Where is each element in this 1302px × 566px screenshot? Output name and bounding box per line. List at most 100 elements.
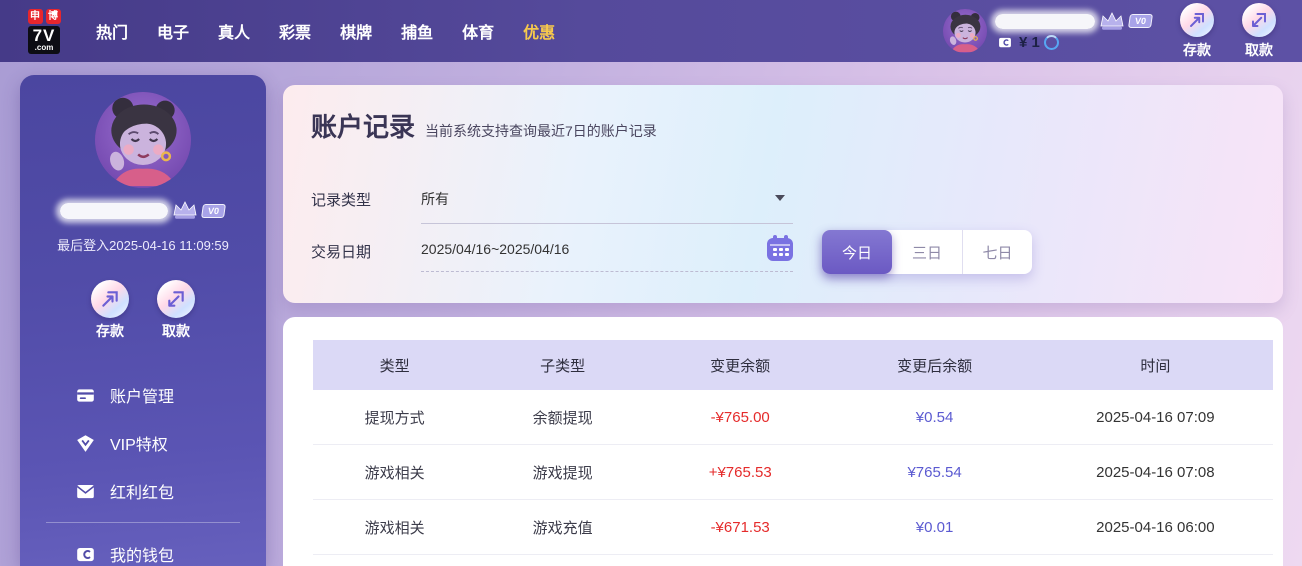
chevron-down-icon xyxy=(775,195,785,201)
cell-time: 2025-04-16 06:00 xyxy=(1038,519,1273,536)
deposit-icon xyxy=(91,280,129,318)
sidebar-username-blur xyxy=(60,203,168,219)
col-header-subtype: 子类型 xyxy=(476,355,649,376)
sidebar-item-label: 红利红包 xyxy=(110,479,174,503)
tab-today[interactable]: 今日 xyxy=(822,230,892,274)
top-nav: 申 博 7V .com 热门 电子 真人 彩票 棋牌 捕鱼 体育 优惠 V0 xyxy=(0,0,1302,62)
page-title: 账户记录 xyxy=(311,107,415,144)
sidebar-item-bonus[interactable]: 红利红包 xyxy=(20,467,266,515)
cell-type: 游戏相关 xyxy=(313,517,476,538)
cell-subtype: 游戏充值 xyxy=(476,517,649,538)
tab-three-days[interactable]: 三日 xyxy=(892,230,962,274)
record-type-select[interactable]: 所有 xyxy=(421,187,793,224)
cell-after: ¥765.54 xyxy=(831,464,1037,481)
nav-item-promos[interactable]: 优惠 xyxy=(523,19,555,43)
record-type-value: 所有 xyxy=(421,191,449,207)
sidebar-item-account[interactable]: 账户管理 xyxy=(20,371,266,419)
user-avatar[interactable] xyxy=(943,9,987,53)
card-icon xyxy=(75,385,96,406)
nav-item-hot[interactable]: 热门 xyxy=(96,19,128,43)
sidebar-item-label: 我的钱包 xyxy=(110,542,174,566)
nav-item-fishing[interactable]: 捕鱼 xyxy=(401,19,433,43)
calendar-icon[interactable] xyxy=(767,238,793,261)
wallet-icon xyxy=(75,544,96,565)
trade-date-row: 交易日期 2025/04/16~2025/04/16 xyxy=(311,239,793,272)
table-row: 游戏相关 游戏充值 -¥671.53 ¥0.01 2025-04-16 06:0… xyxy=(313,500,1273,555)
sidebar-actions: 存款 取款 xyxy=(20,280,266,341)
deposit-label: 存款 xyxy=(1183,40,1211,60)
sidebar-withdraw-button[interactable]: 取款 xyxy=(157,280,195,341)
date-range-tabs: 今日 三日 七日 xyxy=(822,230,1032,274)
table-header-row: 类型 子类型 变更余额 变更后余额 时间 xyxy=(313,340,1273,390)
record-type-label: 记录类型 xyxy=(311,187,391,210)
withdraw-label: 取款 xyxy=(1245,40,1273,60)
sidebar-item-label: 账户管理 xyxy=(110,383,174,407)
cell-type: 提现方式 xyxy=(313,407,476,428)
cell-after: ¥0.01 xyxy=(831,519,1037,536)
last-login-text: 最后登入2025-04-16 11:09:59 xyxy=(20,235,266,254)
nav-item-live[interactable]: 真人 xyxy=(218,19,250,43)
col-header-after: 变更后余额 xyxy=(831,355,1037,376)
withdraw-label: 取款 xyxy=(162,321,190,341)
nav-item-sports[interactable]: 体育 xyxy=(462,19,494,43)
vip-level-badge: V0 xyxy=(1128,14,1153,28)
cell-time: 2025-04-16 07:09 xyxy=(1038,409,1273,426)
crown-icon xyxy=(1099,12,1125,31)
tab-seven-days[interactable]: 七日 xyxy=(962,230,1032,274)
logo-badge-shen: 申 xyxy=(28,9,43,24)
logo-com-text: .com xyxy=(33,44,56,52)
sidebar: V0 最后登入2025-04-16 11:09:59 存款 取款 账户管理 VI… xyxy=(20,75,266,566)
col-header-change: 变更余额 xyxy=(649,355,831,376)
logo-badge-bo: 博 xyxy=(46,9,61,24)
sidebar-crown-icon xyxy=(172,201,198,220)
withdraw-icon xyxy=(157,280,195,318)
cell-subtype: 游戏提现 xyxy=(476,462,649,483)
logo-badges: 申 博 xyxy=(28,9,61,24)
cell-after: ¥0.54 xyxy=(831,409,1037,426)
logo-wordmark: 7V .com xyxy=(28,26,61,54)
cell-change: -¥765.00 xyxy=(649,409,831,426)
sidebar-item-wallet[interactable]: 我的钱包 xyxy=(20,530,266,566)
sidebar-vip-level-badge: V0 xyxy=(202,204,227,218)
wallet-icon xyxy=(995,35,1015,50)
nav-item-lottery[interactable]: 彩票 xyxy=(279,19,311,43)
vip-shield-icon xyxy=(75,433,96,454)
trade-date-value: 2025/04/16~2025/04/16 xyxy=(421,241,569,257)
cell-type: 游戏相关 xyxy=(313,462,476,483)
sidebar-avatar[interactable] xyxy=(95,92,191,188)
cell-change: +¥765.53 xyxy=(649,464,831,481)
sidebar-divider xyxy=(46,522,240,523)
trade-date-input[interactable]: 2025/04/16~2025/04/16 xyxy=(421,239,793,272)
cell-time: 2025-04-16 07:08 xyxy=(1038,464,1273,481)
sidebar-item-vip[interactable]: VIP特权 xyxy=(20,419,266,467)
main-nav-menu: 热门 电子 真人 彩票 棋牌 捕鱼 体育 优惠 xyxy=(96,19,555,43)
nav-deposit-button[interactable]: 存款 xyxy=(1180,3,1214,60)
sidebar-menu: 账户管理 VIP特权 红利红包 我的钱包 xyxy=(20,371,266,566)
balance-amount: ¥ 1 xyxy=(1019,35,1040,51)
cell-change: -¥671.53 xyxy=(649,519,831,536)
site-logo[interactable]: 申 博 7V .com xyxy=(18,9,70,54)
balance-row: ¥ 1 xyxy=(995,35,1152,51)
sidebar-item-label: VIP特权 xyxy=(110,431,168,455)
logo-7v-text: 7V xyxy=(33,27,56,44)
sidebar-deposit-button[interactable]: 存款 xyxy=(91,280,129,341)
nav-withdraw-button[interactable]: 取款 xyxy=(1242,3,1276,60)
col-header-type: 类型 xyxy=(313,355,476,376)
cell-subtype: 余额提现 xyxy=(476,407,649,428)
deposit-icon xyxy=(1180,3,1214,37)
col-header-time: 时间 xyxy=(1038,355,1273,376)
sidebar-username-row: V0 xyxy=(20,201,266,220)
table-row: 游戏相关 游戏提现 +¥765.53 ¥765.54 2025-04-16 07… xyxy=(313,445,1273,500)
envelope-icon xyxy=(75,481,96,502)
record-type-row: 记录类型 所有 xyxy=(311,187,793,224)
page-title-row: 账户记录 当前系统支持查询最近7日的账户记录 xyxy=(311,107,657,144)
records-table-panel: 类型 子类型 变更余额 变更后余额 时间 提现方式 余额提现 -¥765.00 … xyxy=(283,317,1283,566)
withdraw-icon xyxy=(1242,3,1276,37)
table-row: 提现方式 余额提现 -¥765.00 ¥0.54 2025-04-16 07:0… xyxy=(313,390,1273,445)
username-row: V0 xyxy=(995,12,1152,31)
refresh-balance-icon[interactable] xyxy=(1044,35,1059,50)
nav-item-slots[interactable]: 电子 xyxy=(157,19,189,43)
records-table: 类型 子类型 变更余额 变更后余额 时间 提现方式 余额提现 -¥765.00 … xyxy=(313,340,1273,555)
nav-item-chess[interactable]: 棋牌 xyxy=(340,19,372,43)
page-subtitle: 当前系统支持查询最近7日的账户记录 xyxy=(425,121,657,141)
